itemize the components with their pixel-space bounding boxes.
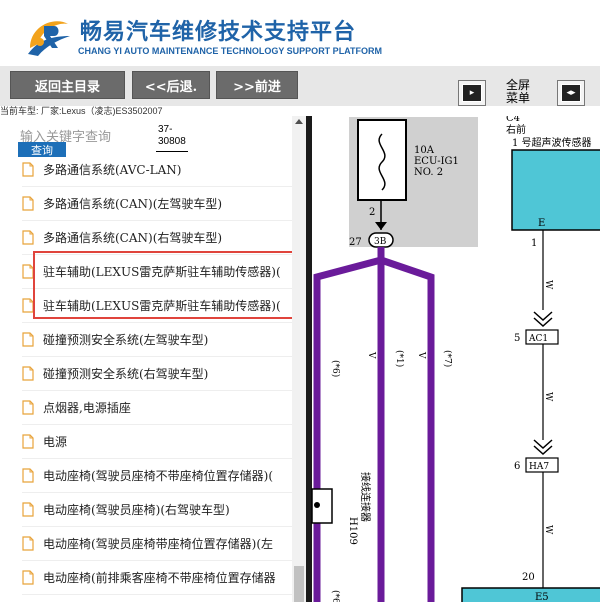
- menu-item[interactable]: 电动座椅(前排乘客座椅不带座椅位置存储器: [22, 561, 292, 595]
- fuse-rating: 10A: [414, 145, 435, 156]
- menu-item-label: 电动座椅(驾驶员座椅)(右驾驶车型): [43, 503, 230, 517]
- note-6b-label: (*6): [330, 590, 341, 602]
- wire-w-label-1: W: [543, 280, 553, 290]
- document-icon: [22, 162, 34, 177]
- wire-v-label: V: [366, 351, 376, 359]
- h109-name: 接线连接器: [359, 472, 372, 522]
- wire-purple-left: [313, 247, 385, 602]
- arrow-right-icon: ▸: [462, 84, 482, 102]
- menu-item-label: 电源: [43, 435, 68, 449]
- menu-item-label: 电动座椅(前排乘客座椅不带座椅位置存储器: [43, 571, 276, 585]
- fuse-number: NO. 2: [414, 167, 443, 178]
- scrollbar[interactable]: [292, 116, 306, 602]
- wire-6-label: 6: [514, 461, 520, 472]
- app-subtitle: CHANG YI AUTO MAINTENANCE TECHNOLOGY SUP…: [78, 46, 383, 56]
- toggle-left-panel-button[interactable]: ▸: [458, 80, 486, 106]
- app-title: 畅易汽车维修技术支持平台: [80, 20, 357, 45]
- brand-logo-icon: [28, 21, 70, 56]
- back-button[interactable]: <<后退.: [132, 71, 210, 99]
- toggle-split-button[interactable]: ◂▸: [557, 80, 585, 106]
- fullscreen-menu-link[interactable]: 全屏 菜单: [506, 79, 530, 105]
- document-icon: [22, 570, 34, 585]
- pin-2-label: 2: [369, 207, 375, 218]
- menu-item[interactable]: 电动座椅(驾驶员座椅带座椅位置存储器)(左: [22, 527, 292, 561]
- wiring-diagram: 10A ECU-IG1 NO. 2 2 27 3B (*6) V (*1) V …: [306, 116, 600, 602]
- connector-e5-label: E5: [535, 592, 549, 602]
- h109-code: H109: [347, 517, 358, 545]
- connector-c4: C4: [506, 116, 520, 124]
- menu-item-label: 多路通信系统(AVC-LAN): [43, 163, 182, 177]
- connector-ha7-label: HA7: [529, 462, 549, 472]
- document-icon: [22, 332, 34, 347]
- pin-e-label: E: [538, 218, 545, 229]
- highlight-box: [33, 251, 297, 319]
- menu-item-label: 点烟器,电源插座: [43, 401, 131, 415]
- document-icon: [22, 536, 34, 551]
- connector-ac1-label: AC1: [528, 334, 548, 344]
- menu-item-label: 碰撞预测安全系统(左驾驶车型): [43, 333, 209, 347]
- document-icon: [22, 468, 34, 483]
- document-code: 37- 30808: [158, 124, 186, 147]
- ultrasonic-sensor-box: [511, 149, 600, 231]
- sensor-label: 1 号超声波传感器: [512, 136, 592, 149]
- connector-arrow-ha7: [533, 439, 553, 456]
- document-icon: [22, 230, 34, 245]
- document-icon: [22, 196, 34, 211]
- menu-item[interactable]: 碰撞预测安全系统(左驾驶车型): [22, 323, 292, 357]
- menu-item-label: 多路通信系统(CAN)(右驾驶车型): [43, 231, 223, 245]
- vehicle-info: 当前车型: 厂家:Lexus（凌志)ES3502007: [0, 106, 163, 116]
- junction-label: 3B: [374, 237, 387, 247]
- front-right-label: 右前: [506, 123, 526, 136]
- note-6-label: (*6): [330, 360, 341, 377]
- document-icon: [22, 502, 34, 517]
- menu-item-label: 多路通信系统(CAN)(左驾驶车型): [43, 197, 223, 211]
- h109-junction-dot: [314, 502, 320, 508]
- fuse-name: ECU-IG1: [414, 156, 459, 167]
- app-header: 畅易汽车维修技术支持平台 CHANG YI AUTO MAINTENANCE T…: [0, 0, 600, 66]
- ecu-e5-box: [461, 587, 600, 602]
- menu-item[interactable]: 电源: [22, 425, 292, 459]
- document-icon: [22, 400, 34, 415]
- document-icon: [22, 434, 34, 449]
- note-1-label: (*1): [394, 350, 405, 367]
- wire-1-label: 1: [531, 238, 537, 249]
- connector-arrow-ac1: [533, 311, 553, 328]
- code-divider: [156, 151, 188, 152]
- menu-item[interactable]: 碰撞预测安全系统(右驾驶车型): [22, 357, 292, 391]
- pin-27-label: 27: [349, 237, 362, 248]
- wire-purple-right: [379, 256, 435, 602]
- navigation-panel: 输入关键字查询 查询 37- 30808 多路通信系统(AVC-LAN) 多路通信…: [0, 116, 306, 602]
- menu-item-label: 碰撞预测安全系统(右驾驶车型): [43, 367, 209, 381]
- fuse-symbol: [357, 119, 407, 201]
- menu-item[interactable]: 多路通信系统(AVC-LAN): [22, 153, 292, 187]
- menu-item[interactable]: 电动座椅(驾驶员座椅不带座椅位置存储器)(: [22, 459, 292, 493]
- menu-item-label: 电动座椅(驾驶员座椅不带座椅位置存储器)(: [43, 469, 274, 483]
- menu-item[interactable]: 多路通信系统(CAN)(右驾驶车型): [22, 221, 292, 255]
- menu-item-label: 电动座椅(驾驶员座椅带座椅位置存储器)(左: [43, 537, 274, 551]
- note-7-label: (*7): [442, 350, 453, 367]
- wiring-diagram-svg: 10A ECU-IG1 NO. 2 2 27 3B (*6) V (*1) V …: [311, 116, 600, 602]
- forward-button[interactable]: >>前进: [216, 71, 298, 99]
- document-icon: [22, 366, 34, 381]
- wire-20-label: 20: [522, 572, 535, 583]
- split-arrows-icon: ◂▸: [561, 84, 581, 102]
- home-button[interactable]: 返回主目录: [10, 71, 125, 99]
- wire-w-label-3: W: [543, 525, 553, 535]
- wire-w-label-2: W: [543, 392, 553, 402]
- menu-item[interactable]: 多路通信系统(CAN)(左驾驶车型): [22, 187, 292, 221]
- scroll-up-icon[interactable]: [295, 119, 303, 124]
- menu-item[interactable]: 电动座椅(驾驶员座椅)(右驾驶车型): [22, 493, 292, 527]
- wire-5-label: 5: [514, 333, 520, 344]
- menu-label: 菜单: [506, 91, 531, 105]
- menu-item[interactable]: 点烟器,电源插座: [22, 391, 292, 425]
- scroll-thumb[interactable]: [294, 566, 304, 602]
- wire-v-label-2: V: [416, 351, 426, 359]
